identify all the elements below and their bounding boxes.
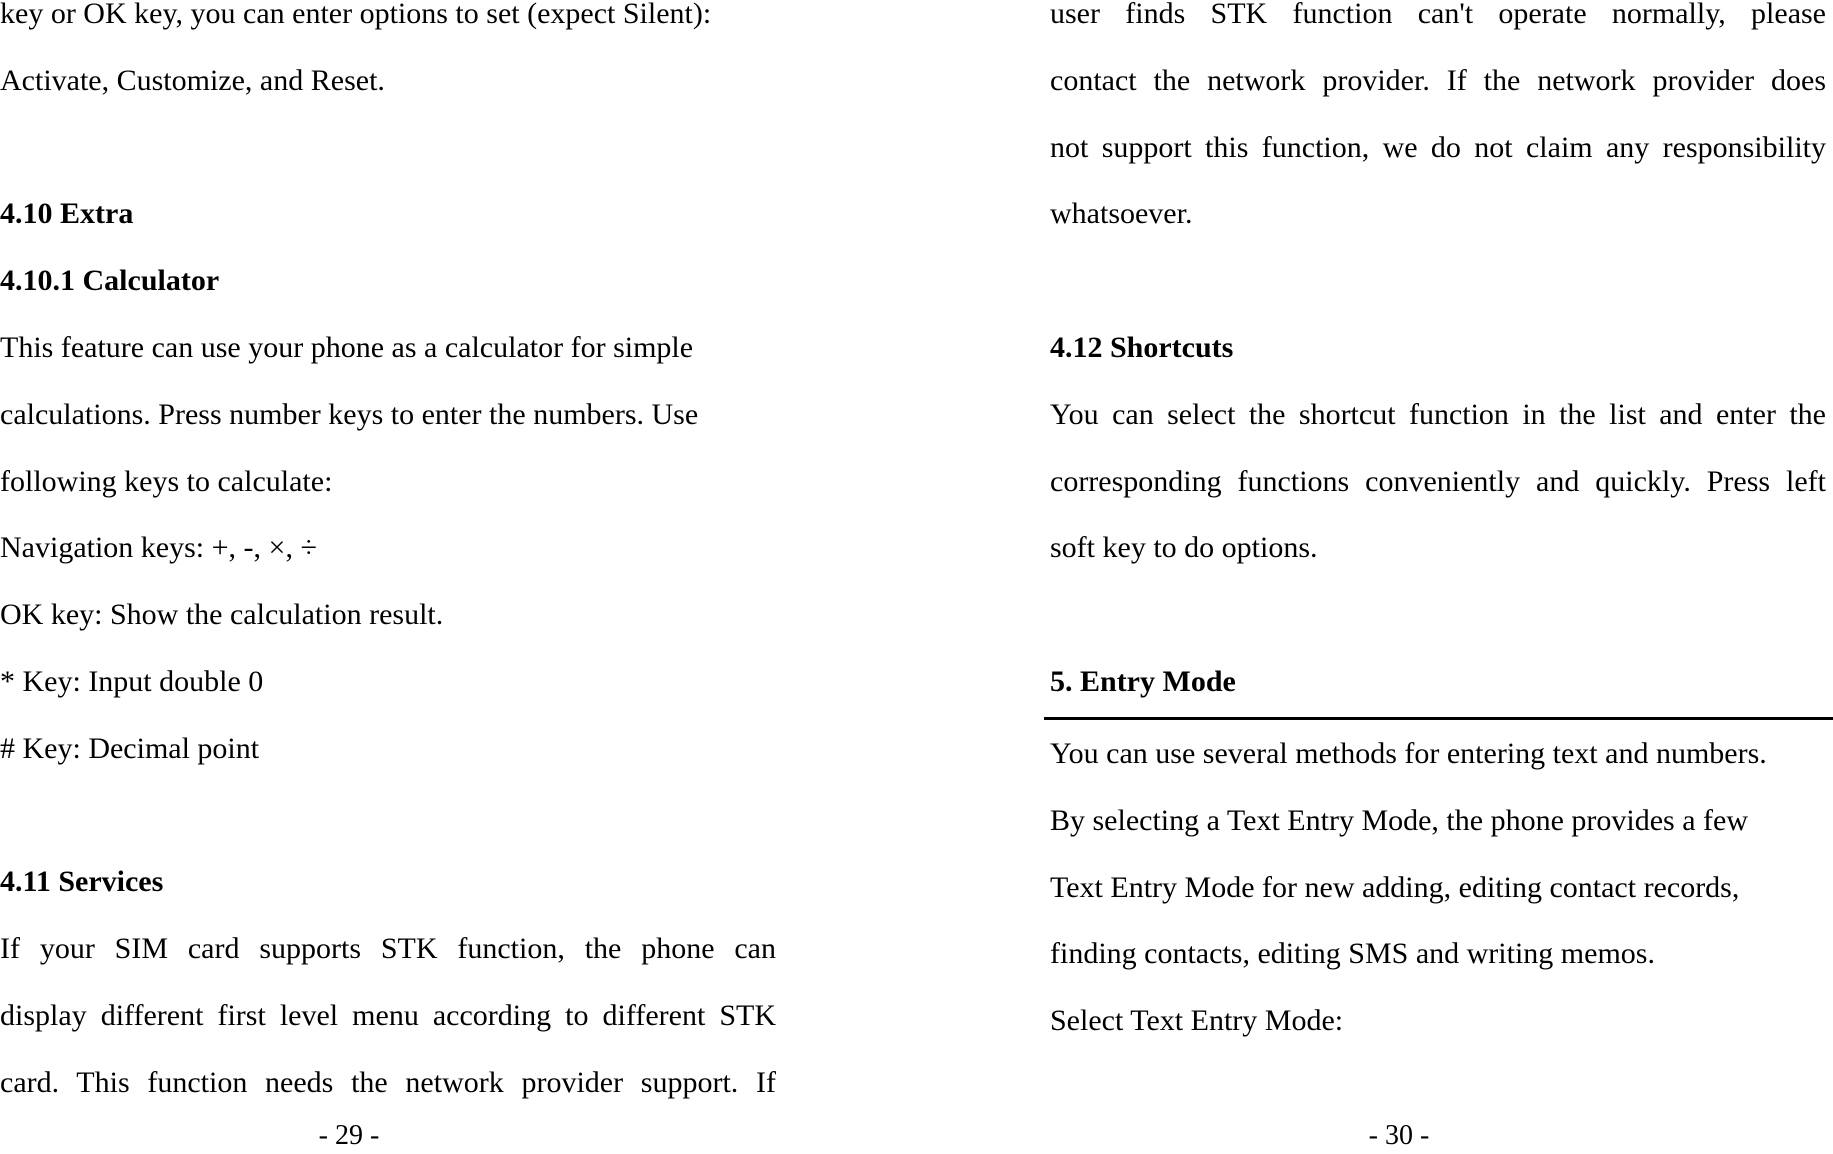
text-line: * Key: Input double 0	[0, 664, 264, 698]
text-line: key or OK key, you can enter options to …	[0, 0, 712, 30]
text-line: By selecting a Text Entry Mode, the phon…	[1050, 803, 1748, 837]
text-line: calculations. Press number keys to enter…	[0, 397, 699, 431]
right-page-text: user finds STK function can't operate no…	[1050, 0, 1826, 716]
text-line: Select Text Entry Mode:	[1050, 1004, 1344, 1038]
section-heading: 4.10.1 Calculator	[0, 264, 220, 298]
text-line: card. This function needs the network pr…	[0, 1065, 776, 1099]
text-line: This feature can use your phone as a cal…	[0, 330, 694, 364]
text-line: contact the network provider. If the net…	[1050, 63, 1826, 97]
section-heading: 4.11 Services	[0, 865, 164, 899]
text-line: soft key to do options.	[1050, 531, 1318, 565]
section-heading: 4.12 Shortcuts	[1050, 330, 1234, 364]
text-line: Text Entry Mode for new adding, editing …	[1050, 870, 1740, 904]
text-line: OK key: Show the calculation result.	[0, 598, 444, 632]
section-heading: 4.10 Extra	[0, 197, 134, 231]
text-line: whatsoever.	[1050, 197, 1193, 231]
section-divider	[1044, 717, 1833, 720]
section-heading: 5. Entry Mode	[1050, 664, 1236, 698]
text-line: You can use several methods for entering…	[1050, 737, 1767, 770]
text-line: corresponding functions conveniently and…	[1050, 464, 1826, 498]
text-line: Navigation keys: +, -, ×, ÷	[0, 531, 317, 565]
text-line: following keys to calculate:	[0, 464, 333, 498]
text-line: You can select the shortcut function in …	[1050, 397, 1826, 431]
text-line: finding contacts, editing SMS and writin…	[1050, 937, 1655, 971]
text-line: not support this function, we do not cla…	[1050, 130, 1826, 164]
text-line: display different first level menu accor…	[0, 998, 776, 1032]
text-line: # Key: Decimal point	[0, 731, 260, 765]
text-line: If your SIM card supports STK function, …	[0, 932, 776, 966]
text-line: user finds STK function can't operate no…	[1050, 0, 1826, 30]
text-line: Activate, Customize, and Reset.	[0, 63, 385, 97]
left-page-text: key or OK key, you can enter options to …	[0, 0, 776, 1117]
right-page-text-after-rule: You can use several methods for entering…	[1050, 721, 1826, 1055]
